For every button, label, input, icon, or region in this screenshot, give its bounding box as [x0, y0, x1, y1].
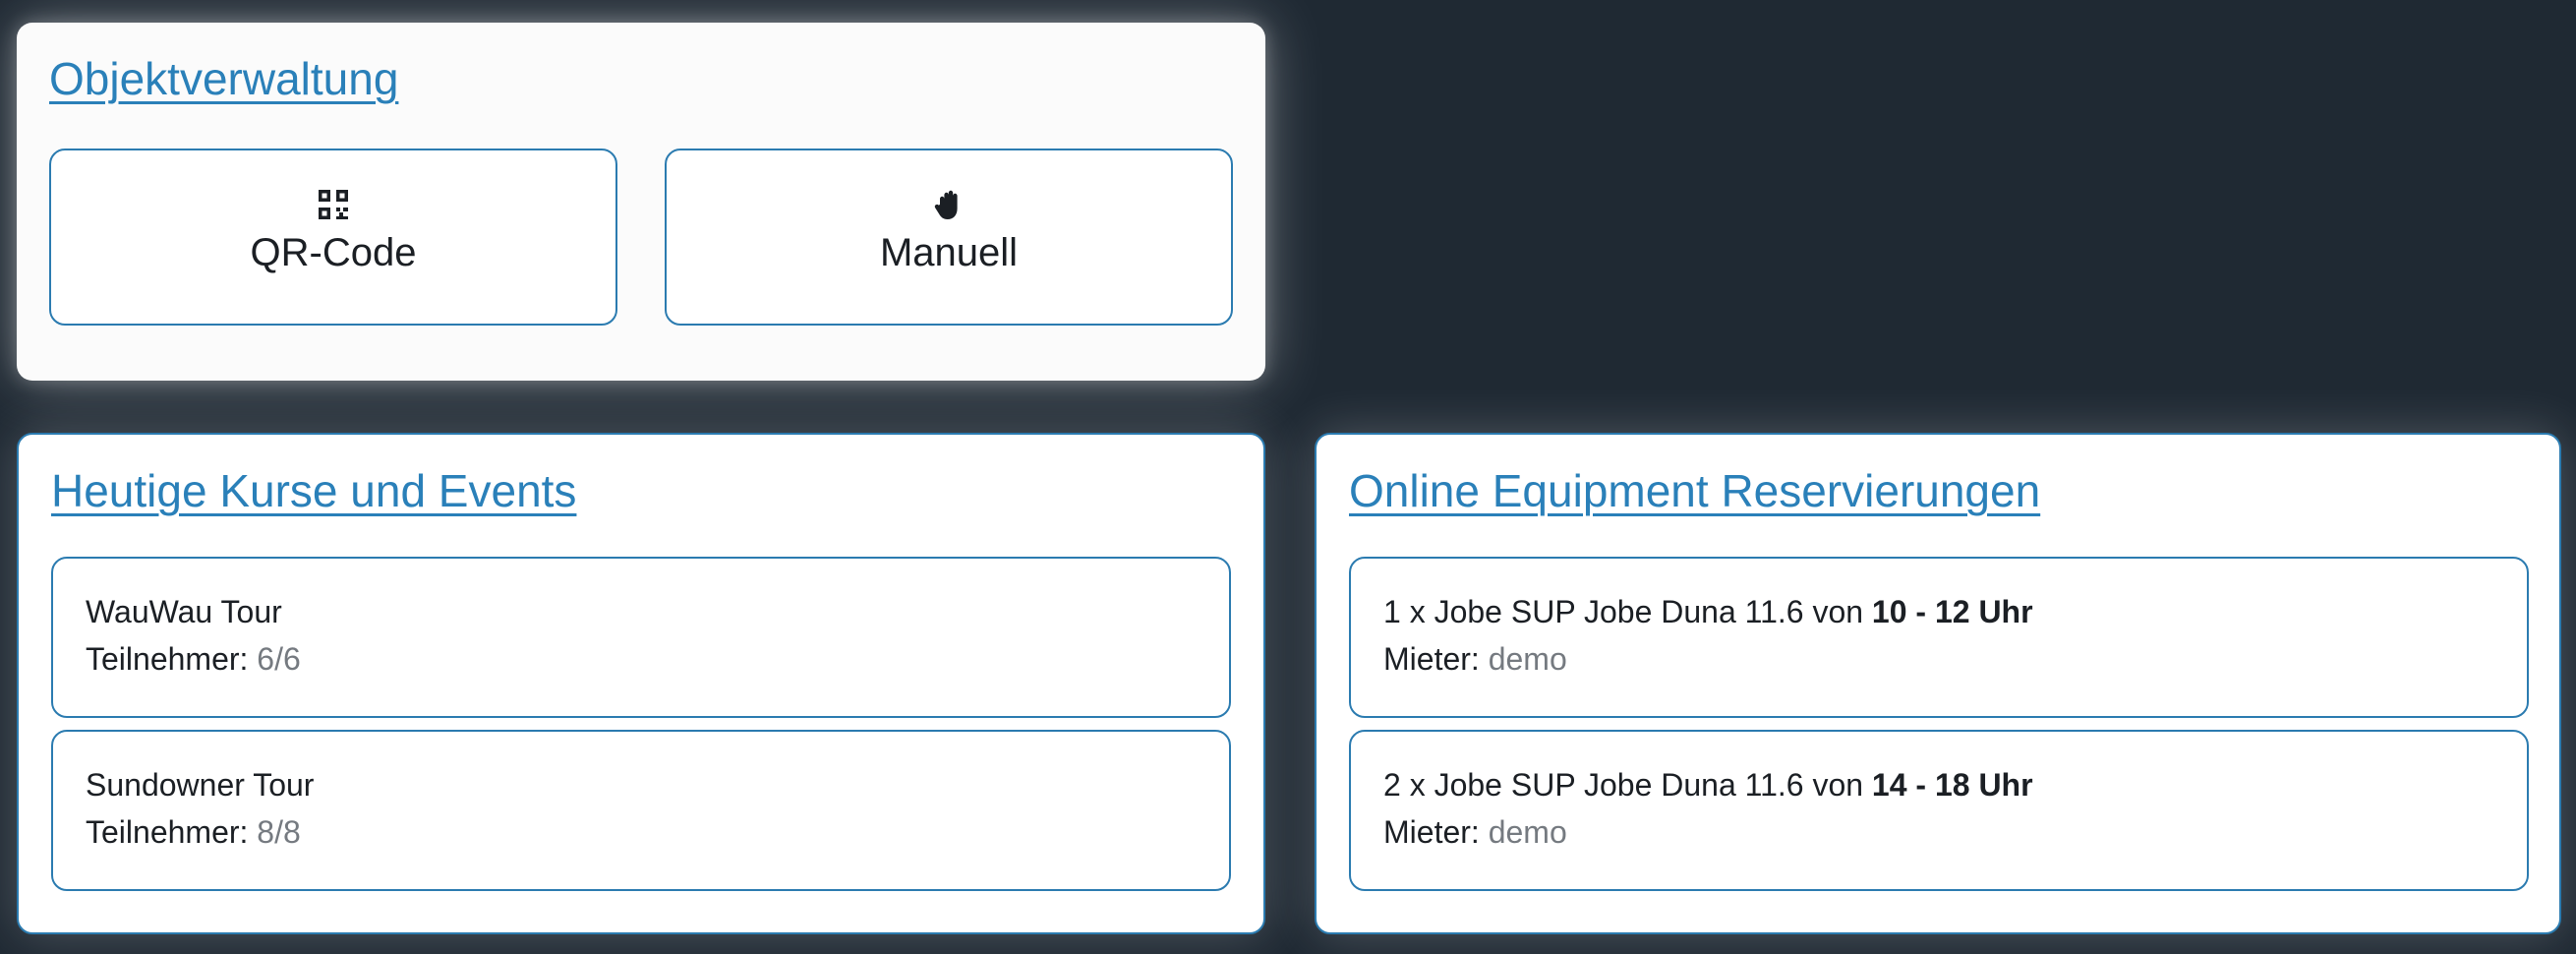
- hand-icon: [934, 190, 958, 219]
- qr-code-button-label: QR-Code: [250, 231, 417, 274]
- participants-label: Teilnehmer:: [86, 814, 249, 850]
- manual-button[interactable]: Manuell: [665, 149, 1233, 326]
- object-management-title-link[interactable]: Objektverwaltung: [49, 52, 398, 105]
- renter-value: demo: [1488, 641, 1567, 677]
- participants-label: Teilnehmer:: [86, 641, 249, 677]
- reservation-description-row: 2 x Jobe SUP Jobe Duna 11.6 von 14 - 18 …: [1383, 767, 2033, 804]
- course-item[interactable]: Sundowner Tour Teilnehmer: 8/8: [51, 730, 1231, 891]
- reservation-item[interactable]: 2 x Jobe SUP Jobe Duna 11.6 von 14 - 18 …: [1349, 730, 2529, 891]
- renter-value: demo: [1488, 814, 1567, 850]
- object-management-card: Objektverwaltung QR-Code Manuell: [17, 23, 1265, 381]
- course-participants-row: Teilnehmer: 6/6: [86, 641, 301, 678]
- course-name: WauWau Tour: [86, 594, 282, 629]
- reservation-time: 10 - 12 Uhr: [1871, 594, 2033, 629]
- reservation-description: 2 x Jobe SUP Jobe Duna 11.6 von: [1383, 767, 1864, 803]
- courses-title-link[interactable]: Heutige Kurse und Events: [51, 464, 576, 517]
- participants-value: 8/8: [257, 814, 301, 850]
- reservation-renter-row: Mieter: demo: [1383, 641, 1567, 678]
- course-item[interactable]: WauWau Tour Teilnehmer: 6/6: [51, 557, 1231, 718]
- reservation-description-row: 1 x Jobe SUP Jobe Duna 11.6 von 10 - 12 …: [1383, 594, 2033, 630]
- reservation-time: 14 - 18 Uhr: [1871, 767, 2033, 803]
- reservation-renter-row: Mieter: demo: [1383, 814, 1567, 851]
- reservations-title-link[interactable]: Online Equipment Reservierungen: [1349, 464, 2040, 517]
- qr-code-icon: [319, 190, 348, 219]
- reservation-description: 1 x Jobe SUP Jobe Duna 11.6 von: [1383, 594, 1864, 629]
- course-participants-row: Teilnehmer: 8/8: [86, 814, 301, 851]
- manual-button-label: Manuell: [879, 231, 1019, 274]
- reservation-item[interactable]: 1 x Jobe SUP Jobe Duna 11.6 von 10 - 12 …: [1349, 557, 2529, 718]
- reservations-card: Online Equipment Reservierungen 1 x Jobe…: [1315, 433, 2561, 934]
- renter-label: Mieter:: [1383, 641, 1480, 677]
- renter-label: Mieter:: [1383, 814, 1480, 850]
- courses-card: Heutige Kurse und Events WauWau Tour Tei…: [17, 433, 1265, 934]
- course-name: Sundowner Tour: [86, 767, 315, 803]
- participants-value: 6/6: [257, 641, 301, 677]
- qr-code-button[interactable]: QR-Code: [49, 149, 617, 326]
